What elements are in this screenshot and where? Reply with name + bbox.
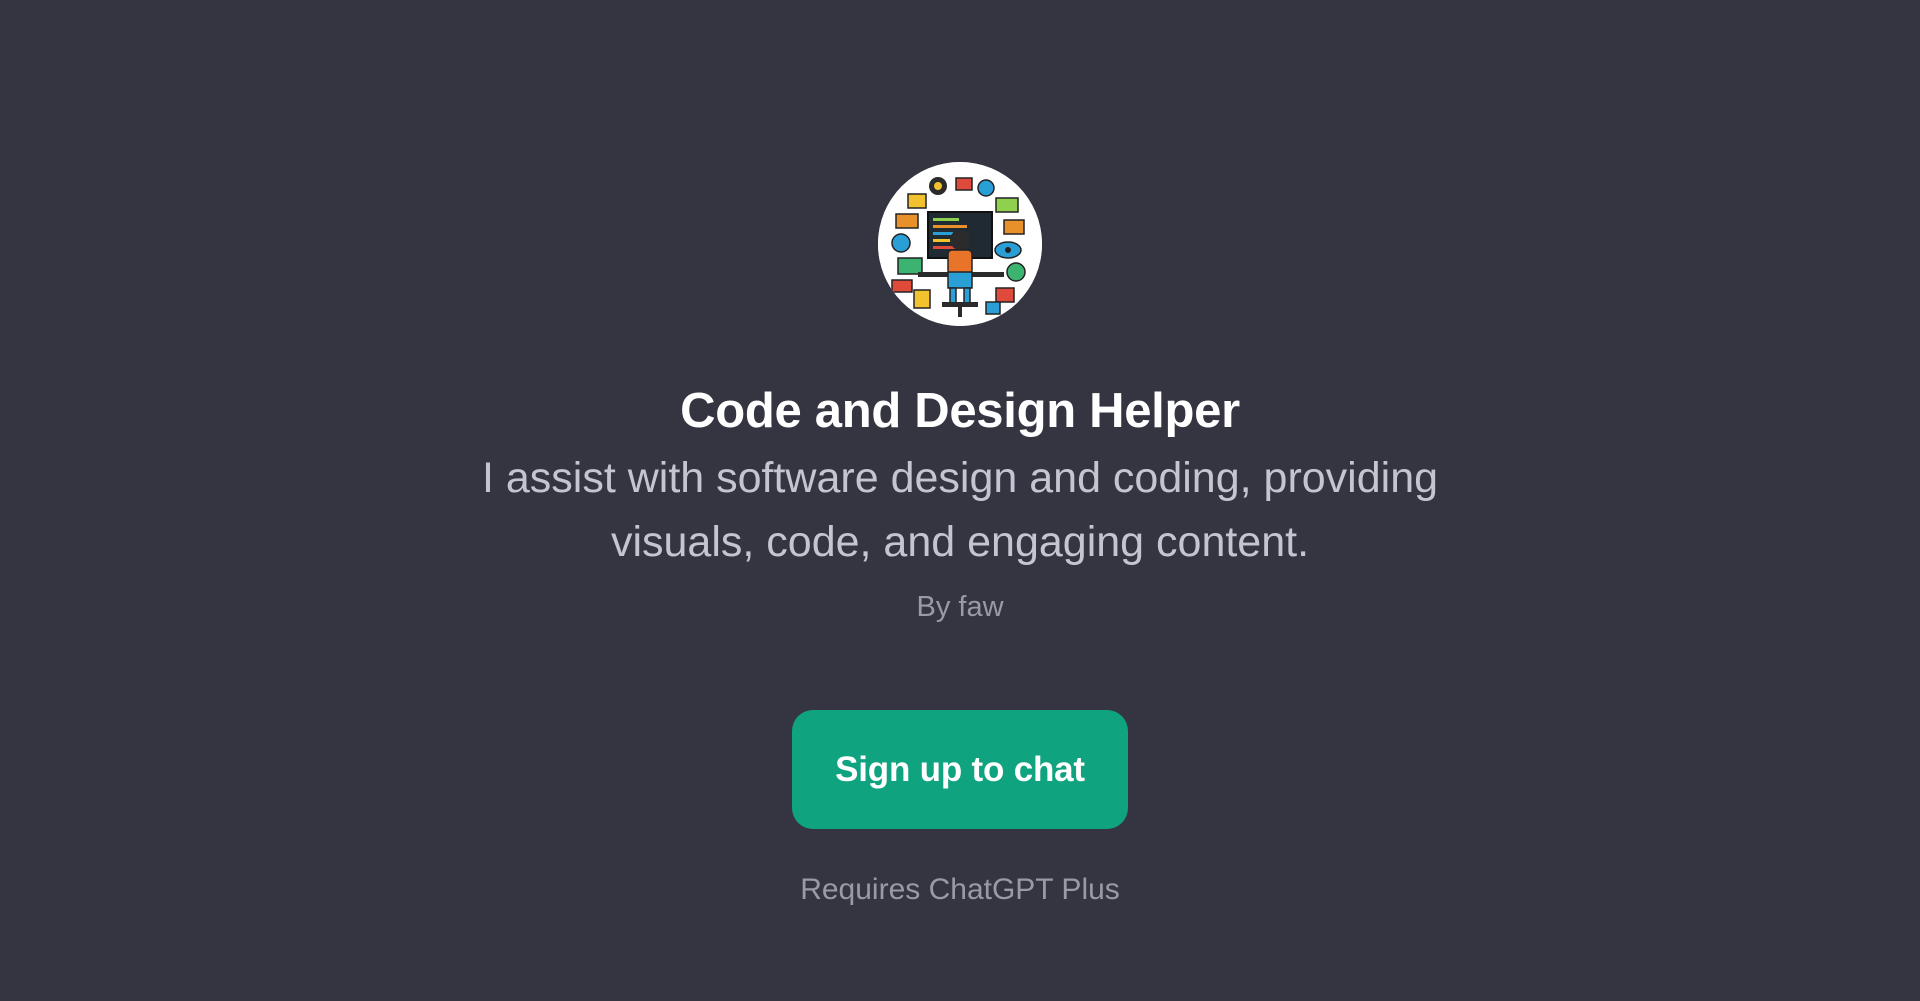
gpt-avatar <box>878 162 1042 326</box>
sign-up-to-chat-button[interactable]: Sign up to chat <box>792 710 1128 829</box>
developer-workspace-icon <box>878 162 1042 326</box>
gpt-title: Code and Design Helper <box>680 384 1240 438</box>
gpt-landing-page: Code and Design Helper I assist with sof… <box>0 0 1920 1001</box>
gpt-description: I assist with software design and coding… <box>481 454 1439 566</box>
gpt-author: By faw <box>916 591 1004 623</box>
plan-requirement-note: Requires ChatGPT Plus <box>800 873 1120 906</box>
